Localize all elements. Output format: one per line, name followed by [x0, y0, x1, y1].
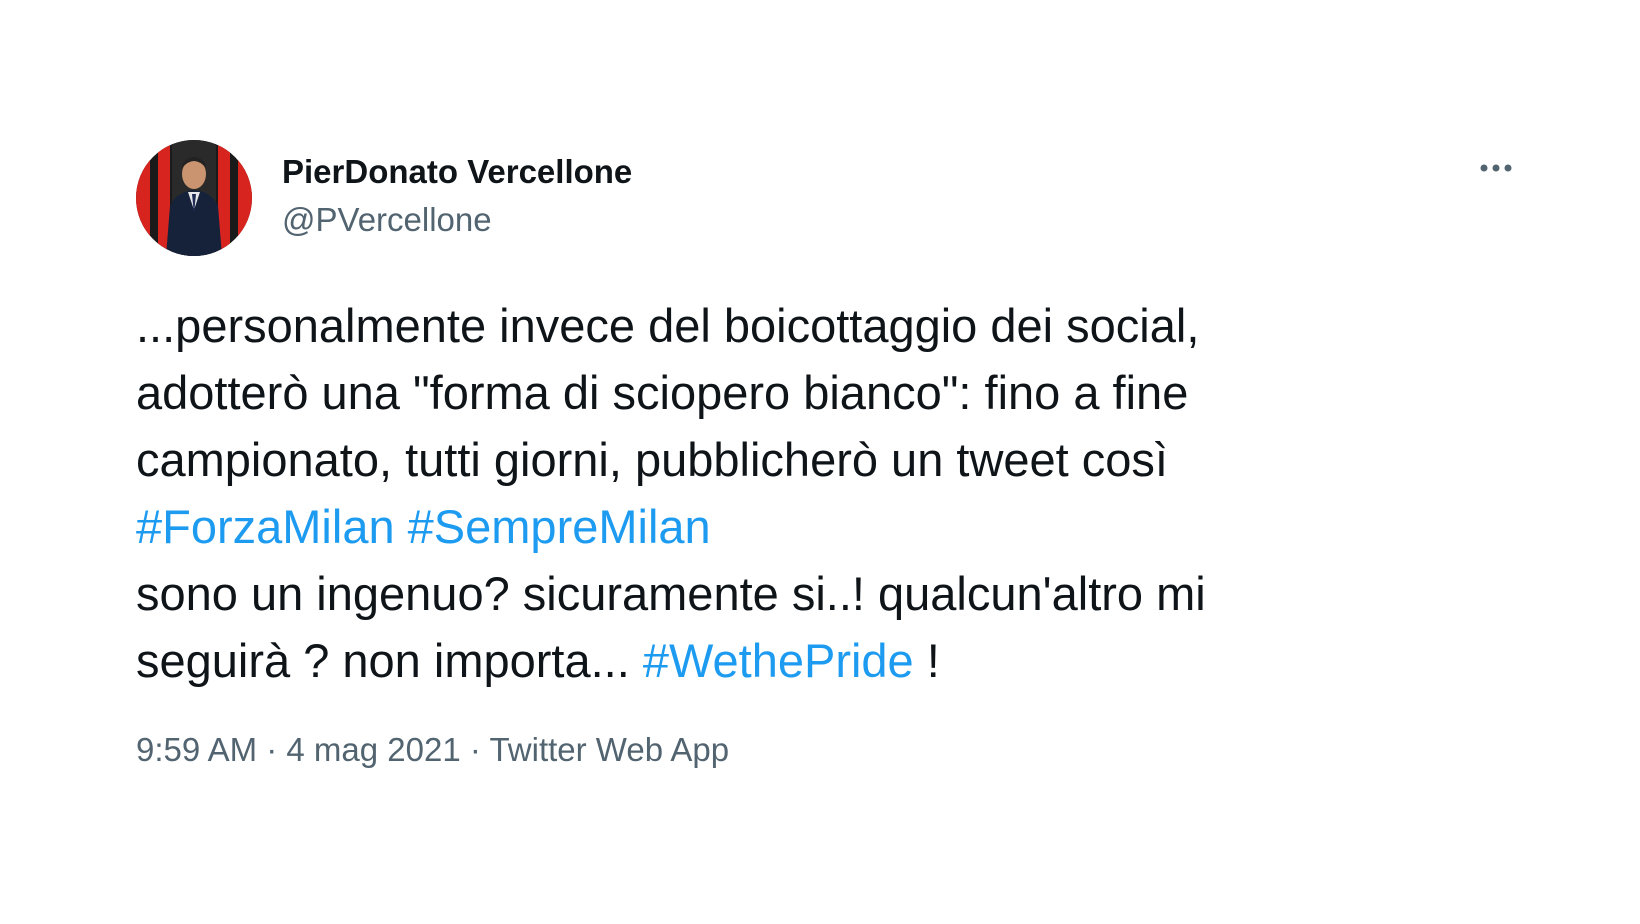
- tweet-header: PierDonato Vercellone @PVercellone: [136, 140, 1516, 260]
- hashtag-wethepride[interactable]: #WethePride: [643, 634, 914, 687]
- avatar[interactable]: [136, 140, 252, 256]
- more-options-icon: [1480, 164, 1512, 172]
- tweet-text-line: adotterò una "forma di sciopero bianco":…: [136, 366, 1189, 419]
- more-options-button[interactable]: [1476, 158, 1516, 178]
- meta-separator: ·: [460, 731, 490, 768]
- tweet-date[interactable]: 4 mag 2021: [286, 731, 460, 768]
- author-names: PierDonato Vercellone @PVercellone: [282, 152, 632, 240]
- tweet-time[interactable]: 9:59 AM: [136, 731, 257, 768]
- tweet-text-line: ...personalmente invece del boicottaggio…: [136, 299, 1200, 352]
- display-name[interactable]: PierDonato Vercellone: [282, 152, 632, 192]
- profile-photo-icon: [136, 140, 252, 256]
- user-handle[interactable]: @PVercellone: [282, 200, 632, 240]
- hashtag-sempremilan[interactable]: #SempreMilan: [408, 500, 711, 553]
- tweet-text-line: seguirà ? non importa... #WethePride !: [136, 627, 1516, 694]
- hashtag-forzamilan[interactable]: #ForzaMilan: [136, 500, 395, 553]
- tweet-text-segment: seguirà ? non importa...: [136, 634, 643, 687]
- tweet-source[interactable]: Twitter Web App: [489, 731, 729, 768]
- tweet-text: ...personalmente invece del boicottaggio…: [136, 292, 1516, 694]
- meta-separator: ·: [257, 731, 287, 768]
- tweet-meta: 9:59 AM · 4 mag 2021 · Twitter Web App: [136, 730, 1516, 770]
- tweet-text-line: campionato, tutti giorni, pubblicherò un…: [136, 433, 1168, 486]
- tweet-text-segment: !: [913, 634, 940, 687]
- tweet-card: PierDonato Vercellone @PVercellone ...pe…: [136, 140, 1516, 770]
- tweet-text-line: sono un ingenuo? sicuramente si..! qualc…: [136, 567, 1206, 620]
- tweet-hashtag-line: #ForzaMilan #SempreMilan: [136, 493, 1516, 560]
